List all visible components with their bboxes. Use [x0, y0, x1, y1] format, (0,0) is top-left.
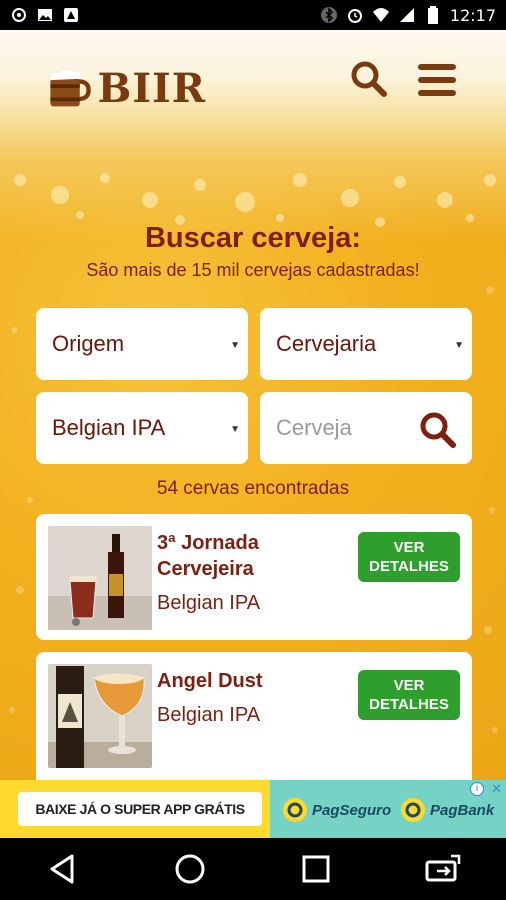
- pagbank-brand: PagBank: [400, 797, 494, 823]
- pagseguro-logo-icon: [283, 798, 307, 822]
- ad-cta-text[interactable]: BAIXE JÁ O SUPER APP GRÁTIS: [18, 792, 262, 826]
- app-notification-icon: [62, 6, 80, 24]
- alarm-icon: [346, 6, 364, 24]
- origem-select[interactable]: Origem ▼: [36, 308, 248, 380]
- pagbank-label: PagBank: [430, 801, 495, 819]
- dropdown-arrow-icon: ▼: [230, 340, 240, 351]
- cerveja-search-input[interactable]: [276, 415, 416, 441]
- beer-style: Belgian IPA: [157, 704, 261, 726]
- photo-icon: [10, 6, 28, 24]
- beer-name: 3ª Jornada Cervejeira: [157, 532, 259, 580]
- status-bar: 12:17: [0, 0, 506, 30]
- ad-banner[interactable]: BAIXE JÁ O SUPER APP GRÁTIS PagSeguro Pa…: [0, 780, 506, 838]
- dropdown-arrow-icon: ▼: [230, 424, 240, 435]
- ver-detalhes-button[interactable]: VER DETALHES: [358, 670, 460, 720]
- rotate-icon[interactable]: [423, 849, 463, 889]
- page-subtitle: São mais de 15 mil cervejas cadastradas!: [86, 260, 420, 280]
- home-icon[interactable]: [170, 849, 210, 889]
- page-title: Buscar cerveja:: [144, 222, 362, 254]
- navigation-bar: [0, 838, 506, 900]
- origem-select-label: Origem: [52, 331, 125, 356]
- beer-mug-icon: [48, 68, 91, 107]
- results-count: 54 cervas encontradas: [156, 478, 350, 499]
- back-icon[interactable]: [43, 849, 83, 889]
- wifi-icon: [372, 6, 390, 24]
- ad-left-panel: BAIXE JÁ O SUPER APP GRÁTIS: [0, 780, 270, 838]
- beer-thumbnail: [48, 664, 152, 768]
- gallery-icon: [36, 6, 54, 24]
- pagbank-logo-icon: [401, 798, 425, 822]
- beer-card[interactable]: 3ª Jornada Cervejeira Belgian IPA VER DE…: [36, 514, 472, 640]
- ver-detalhes-button[interactable]: VER DETALHES: [358, 532, 460, 582]
- logo[interactable]: BIIR: [46, 48, 206, 128]
- hamburger-menu-icon[interactable]: [418, 64, 456, 96]
- cerveja-search-field[interactable]: [260, 392, 472, 464]
- search-icon[interactable]: [418, 410, 458, 450]
- status-time: 12:17: [449, 5, 496, 25]
- battery-icon: [424, 6, 442, 24]
- beer-name: Angel Dust: [157, 670, 263, 692]
- pagseguro-brand: PagSeguro: [282, 797, 391, 823]
- search-icon[interactable]: [350, 60, 388, 98]
- pagseguro-label: PagSeguro: [312, 801, 392, 819]
- beer-card[interactable]: Angel Dust Belgian IPA VER DETALHES: [36, 652, 472, 780]
- ad-info-icon[interactable]: i: [470, 782, 484, 796]
- logo-text: BIIR: [97, 64, 206, 112]
- estilo-select-value: Belgian IPA: [52, 415, 166, 440]
- beer-style: Belgian IPA: [157, 592, 261, 614]
- cervejaria-select-label: Cervejaria: [276, 331, 377, 356]
- signal-icon: [398, 6, 416, 24]
- recents-icon[interactable]: [296, 849, 336, 889]
- dropdown-arrow-icon: ▼: [454, 340, 464, 351]
- cervejaria-select[interactable]: Cervejaria ▼: [260, 308, 472, 380]
- header: BIIR: [0, 30, 506, 130]
- ad-close-icon[interactable]: ✕: [491, 781, 502, 797]
- beer-thumbnail: [48, 526, 152, 630]
- bluetooth-icon: [320, 6, 338, 24]
- app-screen: BIIR Buscar cerveja: São mais de 15 mil …: [0, 30, 506, 780]
- estilo-select[interactable]: Belgian IPA ▼: [36, 392, 248, 464]
